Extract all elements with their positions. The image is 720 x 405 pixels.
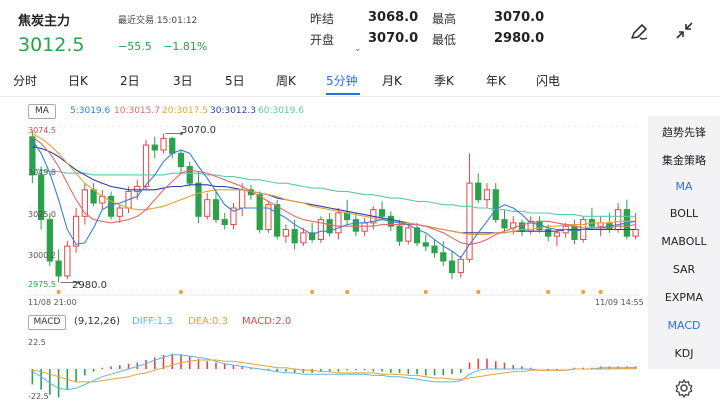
event-marker: [345, 290, 350, 294]
candle-body: [545, 229, 552, 237]
candle-body: [177, 152, 185, 168]
candles-group: [29, 130, 639, 283]
candle-body: [378, 209, 386, 217]
indicator-trend[interactable]: 趋势先锋: [648, 124, 720, 140]
candle-body: [239, 189, 246, 209]
candle-body: [448, 260, 456, 274]
candle-body: [343, 212, 351, 221]
candle-body: [457, 258, 464, 274]
y-tick-top: 3074.5: [28, 126, 56, 135]
candle-body: [282, 229, 290, 237]
indicator-boll[interactable]: BOLL: [648, 207, 720, 220]
ma5-line: [31, 139, 636, 259]
candle-body: [475, 182, 482, 201]
indicator-maboll[interactable]: MABOLL: [648, 235, 720, 248]
candle-body: [134, 185, 141, 192]
candle-body: [396, 225, 403, 242]
candle-body: [221, 219, 228, 226]
candle-body: [55, 260, 62, 277]
event-marker: [581, 290, 586, 294]
candle-body: [440, 252, 447, 262]
low-annotation: 2980.0: [72, 280, 107, 291]
event-marker: [476, 290, 481, 294]
candle-body: [361, 222, 368, 232]
event-marker: [546, 290, 551, 294]
event-marker: [310, 290, 315, 294]
event-marker: [179, 290, 183, 294]
candle-body: [151, 144, 158, 151]
candle-body: [160, 137, 167, 151]
macd-group: [28, 353, 640, 398]
candle-body: [300, 232, 307, 244]
candle-body: [169, 137, 176, 154]
ma30-line: [32, 146, 636, 234]
candle-body: [483, 189, 491, 201]
indicator-macd[interactable]: MACD: [648, 319, 720, 332]
candle-body: [501, 219, 508, 229]
candle-body: [422, 242, 429, 247]
x-tick-end: 11/09 14:55: [595, 298, 644, 307]
candle-body: [195, 182, 202, 217]
sidebar-bg-lower: [648, 309, 720, 369]
candle-body: [142, 144, 150, 187]
indicator-expma[interactable]: EXPMA: [648, 291, 720, 304]
candle-body: [335, 212, 342, 234]
candle-body: [212, 199, 220, 221]
candle-body: [291, 229, 298, 244]
y-tick-3: 3025.0: [28, 210, 56, 219]
x-tick-start: 11/08 21:00: [28, 298, 77, 307]
kline-chart[interactable]: [0, 0, 720, 405]
y-tick-2: 3049.8: [28, 168, 56, 177]
candle-body: [431, 245, 438, 254]
dea-legend: DEA:0.3: [188, 316, 228, 327]
indicator-sar[interactable]: SAR: [648, 263, 720, 276]
y-tick-bottom: 2975.5: [28, 280, 56, 289]
candle-body: [571, 225, 578, 240]
candle-body: [492, 189, 499, 221]
candle-body: [116, 207, 123, 217]
macd-y-top: 22.5: [28, 338, 46, 347]
candle-body: [405, 227, 412, 242]
indicator-ma[interactable]: MA: [648, 180, 720, 193]
gear-icon[interactable]: [674, 378, 694, 398]
event-markers-group: [56, 290, 603, 294]
macd-params: (9,12,26): [74, 316, 120, 327]
macd-y-bottom: -22.5: [28, 392, 49, 401]
candle-body: [186, 166, 193, 184]
indicator-sidebar: 趋势先锋 集金策略 MA BOLL MABOLL SAR EXPMA MACD …: [648, 116, 720, 405]
indicator-strategy[interactable]: 集金策略: [648, 152, 720, 168]
diff-legend: DIFF:1.3: [132, 316, 173, 327]
candle-body: [553, 232, 561, 237]
macd-legend: MACD:2.0: [242, 316, 292, 327]
event-marker: [423, 290, 428, 294]
event-marker: [56, 290, 61, 294]
candle-body: [274, 204, 281, 237]
event-marker: [598, 290, 603, 294]
candle-body: [352, 219, 359, 232]
candle-body: [64, 245, 71, 277]
y-tick-4: 3000.2: [28, 251, 56, 260]
candle-body: [632, 229, 639, 237]
candle-body: [204, 199, 211, 217]
indicator-kdj[interactable]: KDJ: [648, 347, 720, 360]
candle-body: [256, 194, 263, 231]
ma20-line: [32, 133, 636, 236]
high-annotation: 3070.0: [181, 125, 216, 136]
macd-indicator-tag[interactable]: MACD: [28, 315, 66, 330]
